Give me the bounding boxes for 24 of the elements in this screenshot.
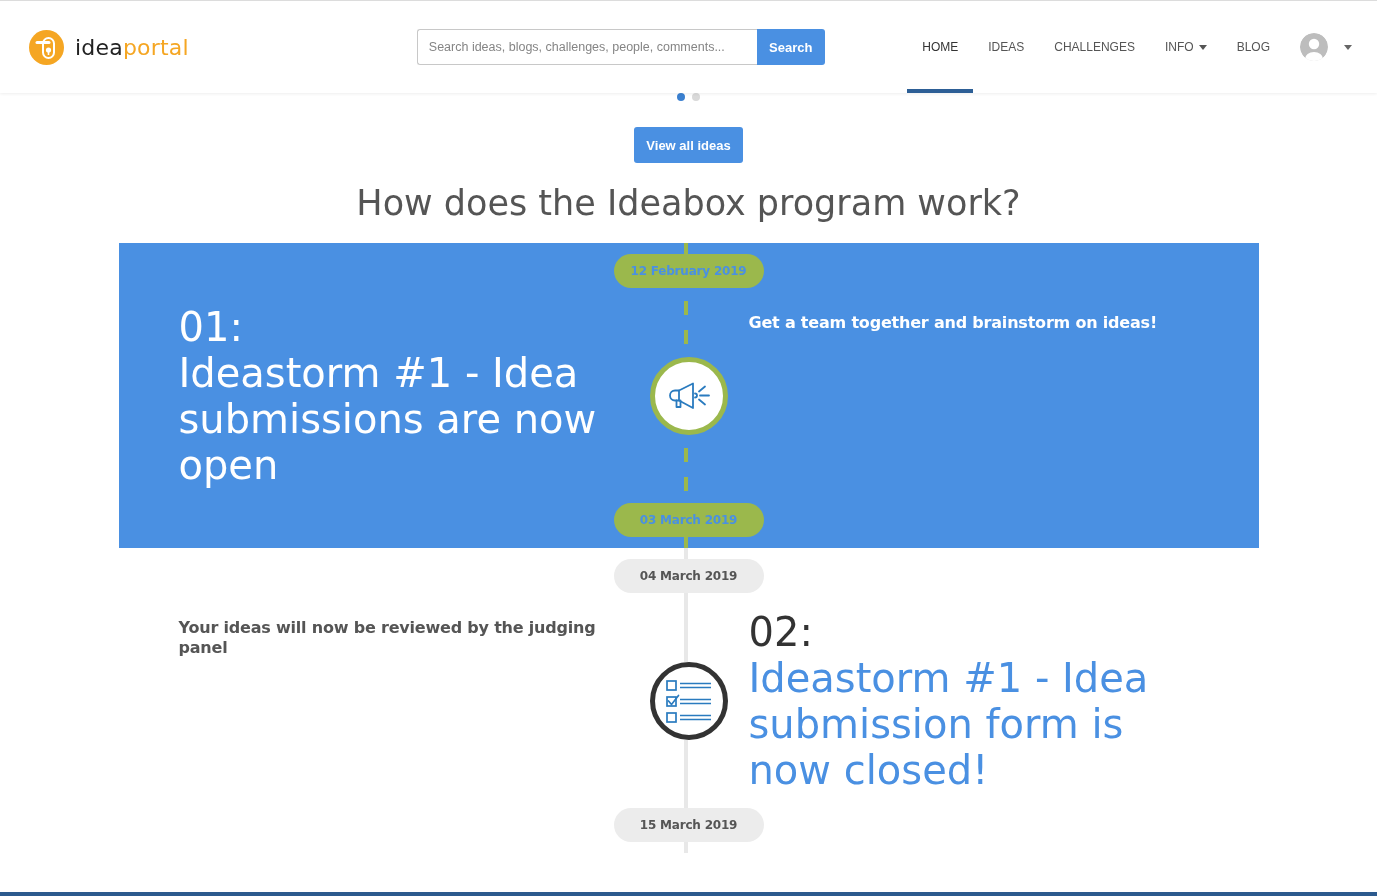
search-field[interactable]: Search ideas, blogs, challenges, people, comments...	[416, 29, 757, 65]
nav-tab[interactable]: IDEAS	[973, 1, 1040, 93]
logo-icon[interactable]	[29, 29, 64, 65]
step-title: Ideastorm #1 - Idea submission form is now closed!	[748, 654, 1150, 793]
section-heading: How does the Ideabox program work?	[356, 183, 1021, 223]
timeline-date: 12 February 2019	[613, 254, 764, 288]
timeline-date: 04 March 2019	[613, 559, 764, 593]
caret-icon	[1198, 44, 1207, 50]
step-description: Your ideas will now be reviewed by the judging panel	[178, 617, 597, 658]
step-title: Ideastorm #1 - Idea submissions are now open	[178, 349, 598, 488]
step-number: 01:	[178, 303, 244, 350]
avatar-icon[interactable]	[1300, 33, 1328, 61]
timeline-date: 03 March 2019	[613, 503, 764, 537]
timeline-date: 15 March 2019	[613, 808, 764, 842]
nav-tab[interactable]: CHALLENGES	[1039, 1, 1150, 93]
nav-tab[interactable]: INFO	[1149, 1, 1222, 93]
carousel-dot[interactable]	[677, 93, 685, 101]
nav-tab[interactable]: BLOG	[1221, 1, 1285, 93]
step-number: 02:	[748, 608, 814, 655]
caret-icon[interactable]	[1344, 44, 1352, 50]
step-description: Get a team together and brainstorm on ideas!	[748, 312, 1158, 333]
logo-text[interactable]: ideaportal	[75, 34, 189, 60]
carousel-dot[interactable]	[692, 93, 700, 101]
nav-tab[interactable]: HOME	[907, 1, 974, 93]
